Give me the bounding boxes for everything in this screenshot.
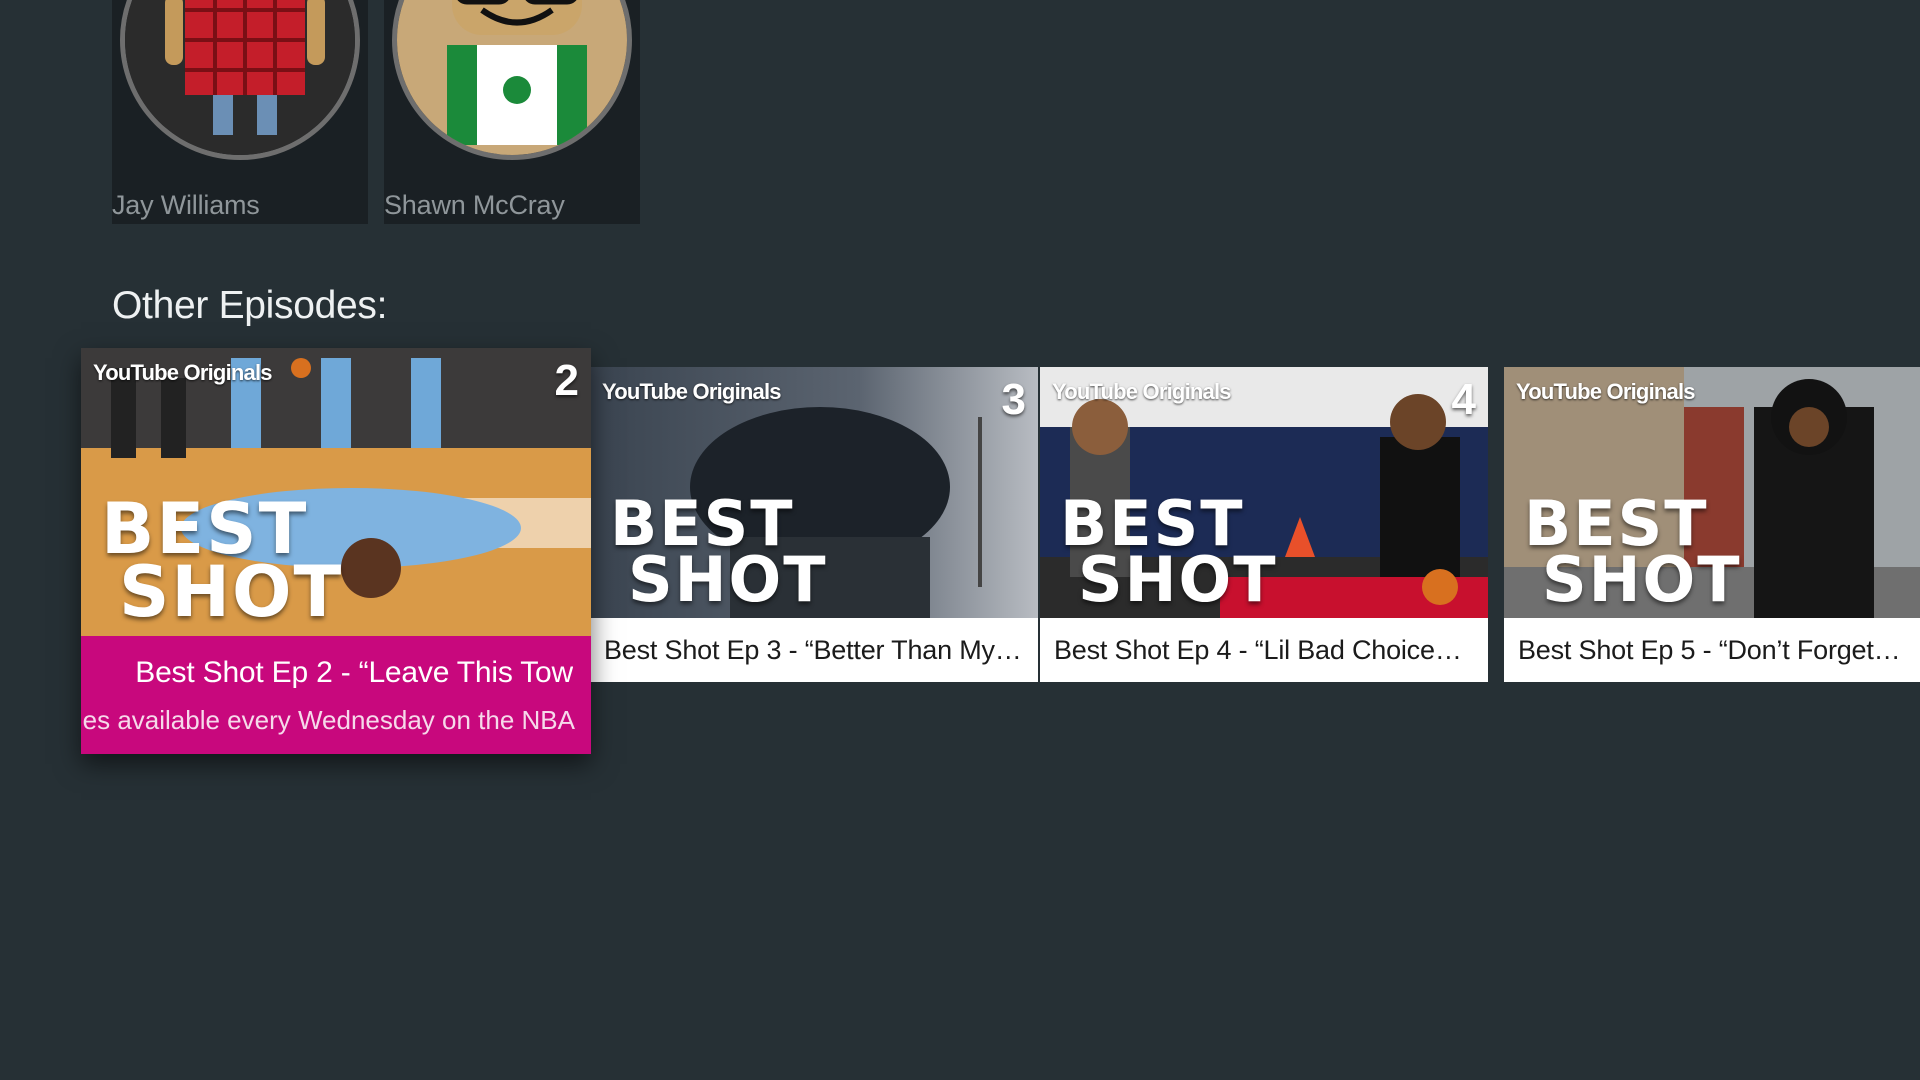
- episode-card-4[interactable]: YouTube Originals 4 BEST SHOT Best Shot …: [1040, 367, 1488, 682]
- episode-card-3[interactable]: YouTube Originals 3 BEST SHOT Best Shot …: [590, 367, 1038, 682]
- best-shot-logo: BEST SHOT: [1524, 493, 1742, 617]
- logo-line2: SHOT: [1078, 543, 1278, 617]
- episode-thumbnail: YouTube Originals 2 BEST SHOT: [81, 348, 591, 636]
- best-shot-logo: BEST SHOT: [101, 494, 344, 633]
- episode-number: 4: [1451, 375, 1476, 424]
- youtube-originals-label: YouTube Originals: [93, 360, 273, 385]
- episode-title: Best Shot Ep 5 - “Don’t Forget About..: [1518, 635, 1906, 665]
- logo-line2: SHOT: [119, 551, 344, 633]
- cast-name: Jay Williams: [112, 190, 260, 220]
- avatar-image: [397, 0, 627, 155]
- youtube-originals-label: YouTube Originals: [1052, 379, 1232, 404]
- avatar-image: [125, 0, 355, 155]
- episode-title: Best Shot Ep 3 - “Better Than My Par..: [604, 635, 1024, 665]
- cast-card-shawn-mccray[interactable]: Shawn McCray: [384, 0, 640, 224]
- episode-description: des available every Wednesday on the NBA: [81, 705, 575, 736]
- youtube-originals-label: YouTube Originals: [1516, 379, 1696, 404]
- cast-name: Shawn McCray: [384, 190, 565, 220]
- episode-title: Best Shot Ep 2 - “Leave This Tow: [135, 656, 573, 689]
- logo-line2: SHOT: [628, 543, 828, 617]
- episode-card-5[interactable]: YouTube Originals BEST SHOT Best Shot Ep…: [1504, 367, 1920, 682]
- avatar: [392, 0, 632, 160]
- best-shot-logo: BEST SHOT: [1060, 493, 1278, 617]
- episode-thumbnail: YouTube Originals BEST SHOT: [1504, 367, 1920, 618]
- episode-browser: Jay Williams Shawn McCray Other Episodes…: [0, 0, 1920, 1080]
- other-episodes-heading: Other Episodes:: [112, 284, 388, 327]
- cast-card-jay-williams[interactable]: Jay Williams: [112, 0, 368, 224]
- episode-number: 3: [1001, 375, 1026, 424]
- avatar: [120, 0, 360, 160]
- episode-number: 2: [554, 356, 579, 405]
- episode-thumbnail: YouTube Originals 3 BEST SHOT: [590, 367, 1038, 618]
- episode-thumbnail: YouTube Originals 4 BEST SHOT: [1040, 367, 1488, 618]
- episode-card-2-focused[interactable]: YouTube Originals 2 BEST SHOT Best Shot …: [81, 348, 591, 754]
- youtube-originals-label: YouTube Originals: [602, 379, 782, 404]
- episode-description-text: des available every Wednesday on the NBA: [81, 705, 575, 735]
- logo-line2: SHOT: [1542, 543, 1742, 617]
- best-shot-logo: BEST SHOT: [610, 493, 828, 617]
- episode-title: Best Shot Ep 4 - “Lil Bad Choices” | Bi.…: [1054, 635, 1474, 665]
